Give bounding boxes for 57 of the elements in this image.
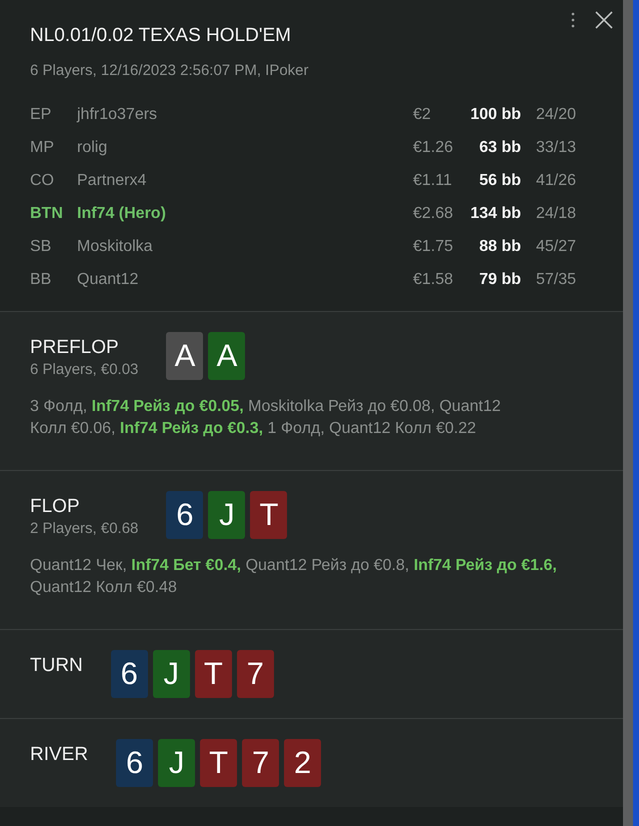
stack-in-bb: 134 bb	[469, 204, 521, 222]
stack-amount: €1.11	[413, 172, 453, 190]
playing-card: T	[194, 650, 232, 698]
street-info: 6 Players, €0.03	[30, 360, 138, 380]
playing-card: 6	[116, 739, 154, 787]
player-position: BB	[30, 270, 52, 288]
player-position: SB	[30, 238, 52, 256]
street-name: TURN	[30, 654, 83, 678]
player-position: CO	[30, 172, 55, 190]
stack-amount: €1.58	[413, 270, 454, 288]
playing-card: 7	[236, 650, 274, 698]
street-name: RIVER	[30, 743, 88, 767]
player-position: BTN	[30, 204, 64, 222]
playing-card: T	[250, 491, 288, 539]
hand-subtitle: 6 Players, 12/16/2023 2:56:07 PM, IPoker	[30, 61, 310, 81]
street-name: PREFLOP	[30, 336, 120, 360]
playing-card: J	[158, 739, 196, 787]
playing-card: T	[200, 739, 238, 787]
player-name: jhfr1o37ers	[77, 106, 158, 124]
stack-in-bb: 88 bb	[478, 238, 521, 256]
playing-card: J	[208, 491, 246, 539]
stack-in-bb: 63 bb	[478, 138, 521, 156]
stack-amount: €2	[413, 106, 432, 124]
stack-amount: €2.68	[413, 204, 454, 222]
playing-card: J	[152, 650, 190, 698]
street-name: FLOP	[30, 495, 81, 519]
player-name: rolig	[77, 138, 108, 156]
street-info: 2 Players, €0.68	[30, 519, 138, 539]
player-stats: 24/20	[535, 106, 578, 124]
playing-card: 2	[284, 739, 322, 787]
stack-amount: €1.26	[413, 138, 454, 156]
stack-in-bb: 100 bb	[469, 106, 521, 124]
street-actions: 3 Фолд, Inf74 Рейз до €0.05, Moskitolka Рейз до €0.08, Quant12 Колл €0.06, Inf74 Рейз до €0.3, 1 Фолд, Quant12 Колл €0.22	[30, 397, 502, 439]
playing-card: A	[208, 332, 246, 380]
player-stats: 57/35	[535, 270, 578, 288]
player-name: Inf74 (Hero)	[77, 204, 167, 222]
player-name: Moskitolka	[77, 238, 154, 256]
playing-card: 7	[242, 739, 280, 787]
player-stats: 33/13	[535, 138, 578, 156]
playing-card: 6	[166, 491, 204, 539]
street-actions: Quant12 Чек, Inf74 Бет €0.4, Quant12 Рейз до €0.8, Inf74 Рейз до €1.6, Quant12 Колл €0.48	[30, 556, 558, 598]
stack-in-bb: 56 bb	[478, 172, 521, 190]
stack-amount: €1.75	[413, 238, 454, 256]
player-stats: 24/18	[535, 204, 578, 222]
stack-in-bb: 79 bb	[478, 270, 521, 288]
player-stats: 41/26	[535, 172, 578, 190]
scrollbar[interactable]	[623, 0, 633, 826]
player-position: EP	[30, 106, 52, 124]
playing-card: 6	[110, 650, 148, 698]
close-icon[interactable]	[595, 11, 613, 29]
player-stats: 45/27	[535, 238, 578, 256]
player-position: MP	[30, 138, 55, 156]
playing-card: A	[166, 332, 204, 380]
more-options-icon[interactable]	[571, 12, 575, 28]
hand-title: NL0.01/0.02 TEXAS HOLD'EM	[30, 24, 292, 48]
player-name: Partnerx4	[77, 172, 148, 190]
player-name: Quant12	[77, 270, 140, 288]
